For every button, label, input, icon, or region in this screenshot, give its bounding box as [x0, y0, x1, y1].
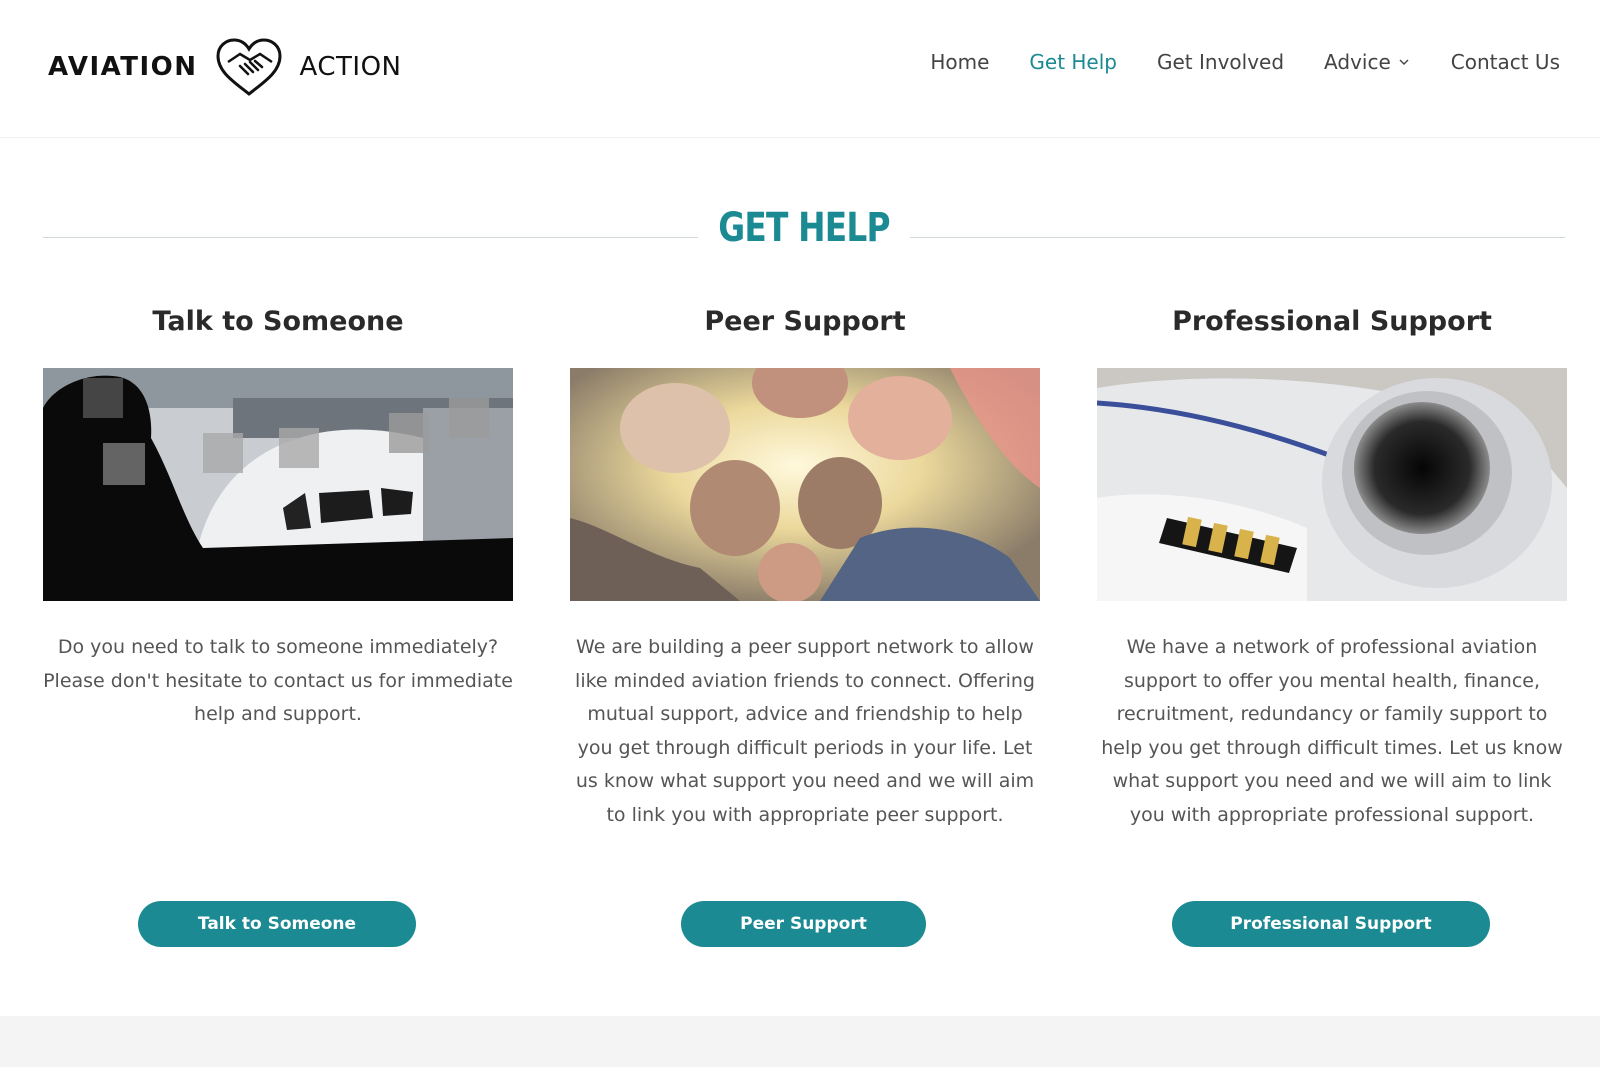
section-header: GET HELP [43, 205, 1565, 265]
professional-support-button[interactable]: Professional Support [1172, 901, 1490, 947]
card-peer-support: Peer Support We are building a peer supp [570, 300, 1040, 947]
card-title: Peer Support [704, 306, 906, 337]
page-title: GET HELP [718, 205, 890, 251]
card-description: We have a network of professional aviati… [1101, 636, 1563, 826]
site-logo[interactable]: AVIATION ACTION [48, 36, 401, 98]
pilot-jet-engine-image [1097, 368, 1567, 601]
heart-handshake-icon [216, 38, 282, 96]
nav-advice[interactable]: Advice [1324, 50, 1411, 74]
nav-advice-label: Advice [1324, 50, 1391, 74]
card-title: Talk to Someone [152, 306, 404, 337]
nav-contact-us[interactable]: Contact Us [1451, 50, 1560, 74]
main-nav: Home Get Help Get Involved Advice Contac… [930, 50, 1560, 74]
friends-group-image [570, 368, 1040, 601]
person-on-phone-image [43, 368, 513, 601]
card-talk-to-someone: Talk to Someone Do you need to talk to s… [43, 300, 513, 947]
card-professional-support: Professional Support We have a network o… [1097, 300, 1567, 947]
nav-get-help[interactable]: Get Help [1029, 50, 1117, 74]
logo-text-bold: AVIATION [48, 52, 198, 82]
card-description: We are building a peer support network t… [575, 636, 1035, 826]
footer-band [0, 1016, 1600, 1067]
nav-get-involved[interactable]: Get Involved [1157, 50, 1284, 74]
site-header: AVIATION ACTION Home Get Help Get Involv… [0, 0, 1600, 138]
chevron-down-icon [1399, 59, 1409, 65]
card-description: Do you need to talk to someone immediate… [43, 636, 513, 725]
card-title: Professional Support [1172, 306, 1492, 337]
peer-support-button[interactable]: Peer Support [681, 901, 926, 947]
nav-home[interactable]: Home [930, 50, 989, 74]
talk-to-someone-button[interactable]: Talk to Someone [138, 901, 416, 947]
logo-text-light: ACTION [299, 52, 402, 82]
